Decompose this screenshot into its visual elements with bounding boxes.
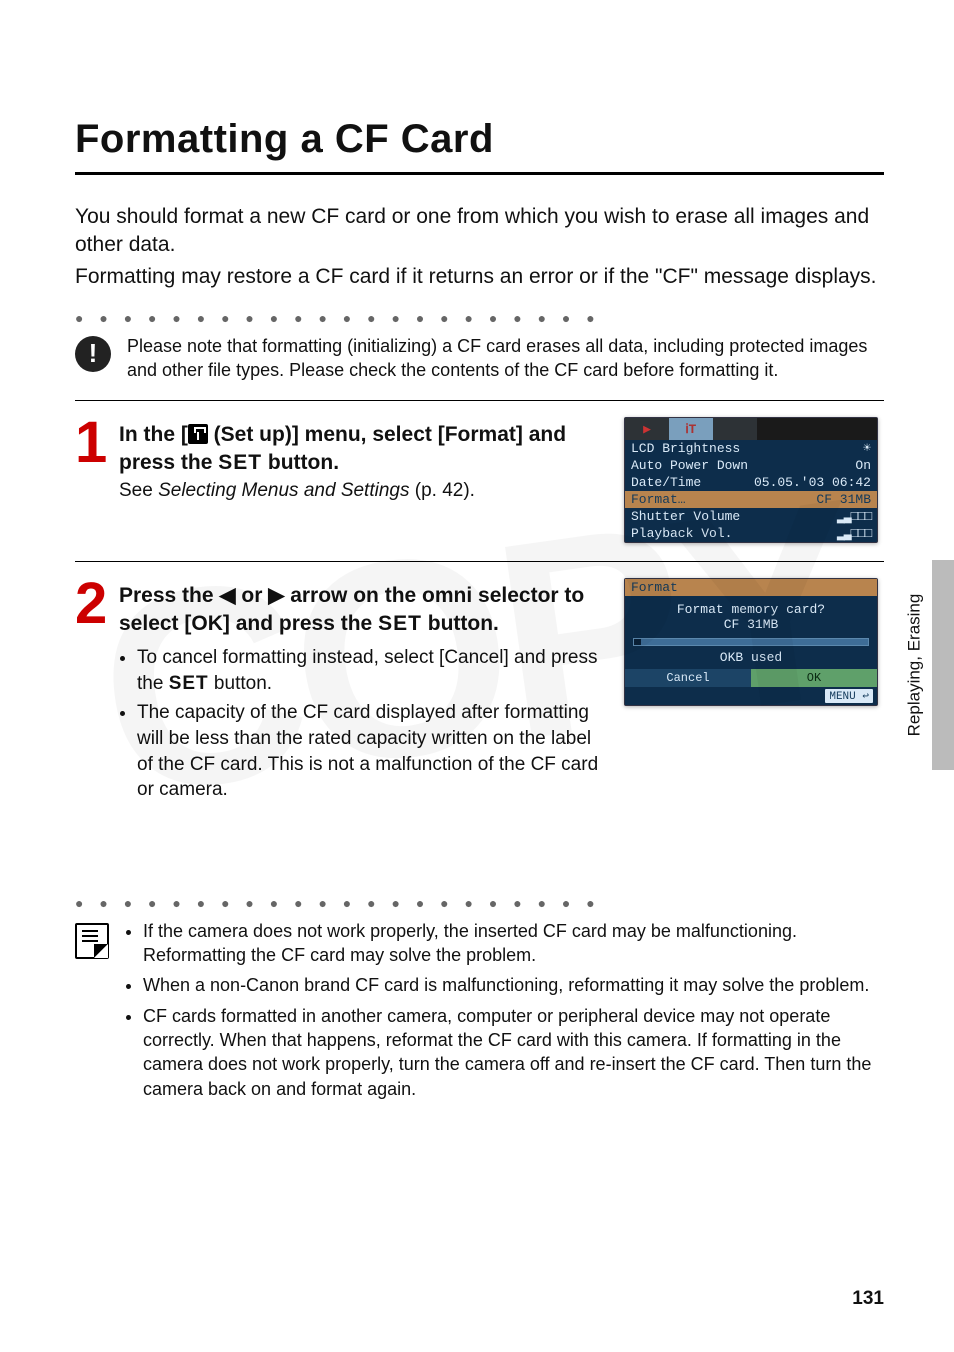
step-1-sub-post: (p. 42). — [409, 480, 474, 501]
lcd-value: ☀ — [863, 441, 871, 456]
lcd2-menu-hint: MENU ↩ — [625, 687, 877, 705]
lcd-value: On — [855, 458, 871, 473]
step-2-heading-mid1: or — [236, 584, 269, 607]
lcd2-cancel-button: Cancel — [625, 669, 751, 687]
warning-text: Please note that formatting (initializin… — [127, 334, 884, 383]
step-1-sub-pre: See — [119, 480, 158, 501]
lcd2-size: CF 31MB — [633, 617, 869, 632]
step-1-body: In the [ (Set up)] menu, select [Format]… — [119, 417, 616, 543]
lcd-row-datetime: Date/Time 05.05.'03 06:42 — [625, 474, 877, 491]
lcd-value: ▂▃□□□ — [837, 526, 871, 541]
step-1-sub-italic: Selecting Menus and Settings — [158, 480, 409, 501]
step-number-1: 1 — [75, 417, 111, 543]
step-1-screenshot: ▶ ᎥT LCD Brightness ☀ Auto Power Down On D… — [624, 417, 884, 543]
note-2: When a non-Canon brand CF card is malfun… — [143, 973, 884, 997]
page-number: 131 — [852, 1288, 884, 1310]
lcd-row-autopower: Auto Power Down On — [625, 457, 877, 474]
lcd-value: 05.05.'03 06:42 — [754, 475, 871, 490]
step-1-heading-post: button. — [262, 451, 339, 474]
lcd2-used: OKB used — [633, 650, 869, 665]
step-2-bullet-1: To cancel formatting instead, select [Ca… — [137, 645, 604, 696]
page-title: Formatting a CF Card — [75, 117, 884, 175]
step-2-body: Press the ◀ or ▶ arrow on the omni selec… — [119, 578, 616, 806]
lcd2-ok-button: OK — [751, 669, 877, 687]
lcd-label: Date/Time — [631, 475, 701, 490]
lcd-row-shuttervol: Shutter Volume ▂▃□□□ — [625, 508, 877, 525]
lcd-tab-mycamera — [713, 418, 757, 440]
step-2: 2 Press the ◀ or ▶ arrow on the omni sel… — [75, 578, 884, 806]
step-2-heading-pre: Press the — [119, 584, 219, 607]
lcd-tab-setup: ᎥT — [669, 418, 713, 440]
lcd2-question: Format memory card? — [633, 602, 869, 617]
lcd-value: ▂▃□□□ — [837, 509, 871, 524]
step-1-heading: In the [ (Set up)] menu, select [Format]… — [119, 421, 604, 476]
step-2-bullets: To cancel formatting instead, select [Ca… — [119, 645, 604, 803]
lcd2-title: Format — [625, 579, 877, 596]
intro-paragraph-1: You should format a new CF card or one f… — [75, 203, 884, 260]
side-section-label: Replaying, Erasing — [904, 560, 924, 770]
lcd-row-playbackvol: Playback Vol. ▂▃□□□ — [625, 525, 877, 542]
side-section-label-text: Replaying, Erasing — [904, 594, 924, 737]
lcd-label: Playback Vol. — [631, 526, 732, 541]
step-2-bullet-2: The capacity of the CF card displayed af… — [137, 700, 604, 803]
lcd2-body: Format memory card? CF 31MB OKB used — [625, 596, 877, 669]
separator — [75, 400, 884, 401]
lcd2-buttons: Cancel OK — [625, 669, 877, 687]
divider-dots: ● ● ● ● ● ● ● ● ● ● ● ● ● ● ● ● ● ● ● ● … — [75, 310, 884, 326]
separator — [75, 561, 884, 562]
lcd-tab-play: ▶ — [625, 418, 669, 440]
note-icon — [75, 923, 109, 959]
notes-list: If the camera does not work properly, th… — [125, 919, 884, 1107]
lcd-label: Shutter Volume — [631, 509, 740, 524]
lcd-row-format: Format… CF 31MB — [625, 491, 877, 508]
side-tab — [932, 560, 954, 770]
bullet1-post: button. — [209, 673, 272, 694]
set-button-label: SET — [169, 673, 209, 694]
set-button-label: SET — [218, 451, 262, 474]
menu-badge: MENU ↩ — [825, 689, 873, 703]
step-1: 1 In the [ (Set up)] menu, select [Forma… — [75, 417, 884, 543]
intro-block: You should format a new CF card or one f… — [75, 203, 884, 292]
warning-icon: ! — [75, 336, 111, 372]
note-3: CF cards formatted in another camera, co… — [143, 1004, 884, 1101]
step-1-heading-pre: In the [ — [119, 423, 188, 446]
lcd-tabs: ▶ ᎥT — [625, 418, 877, 440]
lcd-value: CF 31MB — [816, 492, 871, 507]
lcd-format-dialog: Format Format memory card? CF 31MB OKB u… — [624, 578, 878, 706]
step-number-2: 2 — [75, 578, 111, 806]
lcd-label: LCD Brightness — [631, 441, 740, 456]
note-1: If the camera does not work properly, th… — [143, 919, 884, 968]
page: COPY Formatting a CF Card You should for… — [0, 0, 954, 1352]
set-button-label: SET — [378, 612, 422, 635]
notes-block: If the camera does not work properly, th… — [75, 919, 884, 1107]
setup-menu-icon — [188, 424, 208, 444]
intro-paragraph-2: Formatting may restore a CF card if it r… — [75, 263, 884, 291]
warning-block: ! Please note that formatting (initializ… — [75, 334, 884, 383]
step-2-screenshot: Format Format memory card? CF 31MB OKB u… — [624, 578, 884, 806]
lcd-setup-menu: ▶ ᎥT LCD Brightness ☀ Auto Power Down On D… — [624, 417, 878, 543]
left-arrow-icon: ◀ — [219, 584, 235, 607]
lcd2-progress-bar — [633, 638, 869, 646]
right-arrow-icon: ▶ — [268, 584, 284, 607]
step-1-subtext: See Selecting Menus and Settings (p. 42)… — [119, 480, 604, 502]
lcd-row-brightness: LCD Brightness ☀ — [625, 440, 877, 457]
step-2-heading: Press the ◀ or ▶ arrow on the omni selec… — [119, 582, 604, 637]
step-2-heading-post: button. — [422, 612, 499, 635]
divider-dots: ● ● ● ● ● ● ● ● ● ● ● ● ● ● ● ● ● ● ● ● … — [75, 895, 884, 911]
lcd-label: Auto Power Down — [631, 458, 748, 473]
lcd-label: Format… — [631, 492, 686, 507]
